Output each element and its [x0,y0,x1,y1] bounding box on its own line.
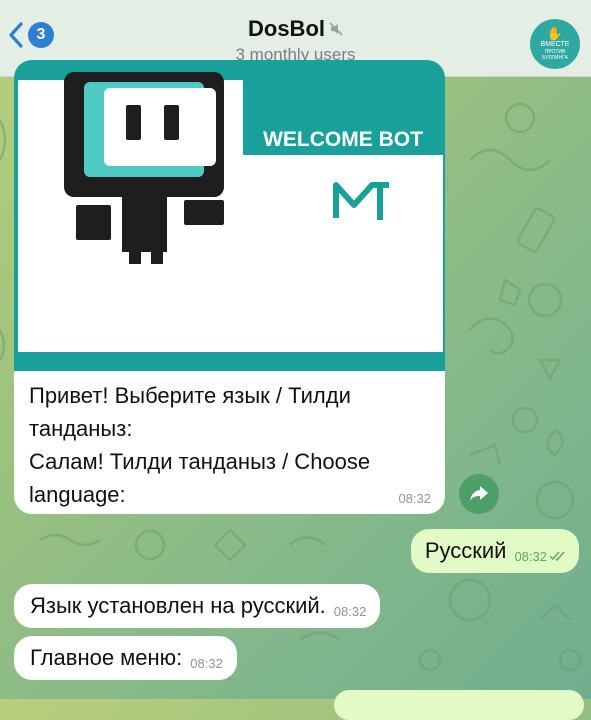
message-time: 08:32 [398,491,431,506]
chat-title-block[interactable]: DosBol 3 monthly users [0,16,591,65]
welcome-banner-image: WELCOME BOT [14,60,445,371]
incoming-message-text: Главное меню: [30,645,183,670]
welcome-line: танданыз: [29,416,133,441]
avatar-text-line1: ВМЕСТЕ [540,41,570,48]
message-time: 08:32 [190,655,223,671]
message-time: 08:32 [333,603,367,619]
forward-icon [470,486,488,501]
welcome-line: Привет! Выберите язык / Тилди [29,383,351,408]
avatar-text-line3: БУЛЛИНГА [542,55,568,61]
message-time: 08:32 [514,548,547,564]
hand-logo-icon: ✋ [546,26,564,41]
outgoing-message: Русский 08:32 [410,529,579,573]
incoming-message-text: Язык установлен на русский. [30,593,326,618]
banner-title-text: WELCOME BOT [263,128,423,151]
outgoing-message-partial [334,690,584,720]
outgoing-message-text: Русский [424,538,507,563]
incoming-message: Главное меню: 08:32 [14,636,237,680]
mute-icon [329,22,343,36]
bot-avatar[interactable]: ✋ ВМЕСТЕ ПРОТИВ БУЛЛИНГА [530,19,580,69]
welcome-text: Привет! Выберите язык / Тилди танданыз: … [29,379,429,511]
welcome-line: language: [29,482,126,507]
welcome-line: Салам! Тилди танданыз / Choose [29,449,371,474]
incoming-message: Язык установлен на русский. 08:32 [14,584,381,628]
double-check-icon [549,551,565,562]
forward-button[interactable] [459,474,499,514]
welcome-message: WELCOME BOT Привет! Выберите язык / Тилд… [14,60,445,514]
chat-title: DosBol [248,16,325,41]
